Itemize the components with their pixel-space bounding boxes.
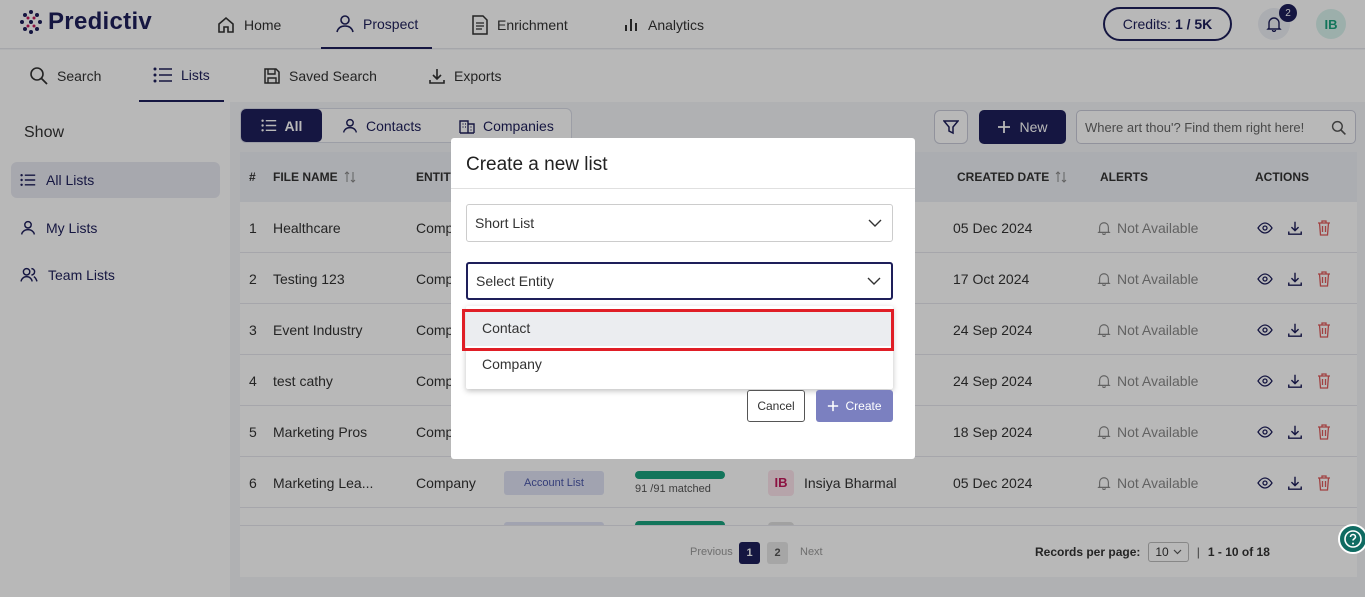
create-button[interactable]: Create xyxy=(816,390,893,422)
create-list-modal: Create a new list Short List Select Enti… xyxy=(451,138,915,459)
option-label: Company xyxy=(482,356,542,372)
help-icon xyxy=(1344,530,1362,548)
list-type-value: Short List xyxy=(475,215,535,231)
chevron-down-icon xyxy=(868,219,882,227)
entity-select-placeholder: Select Entity xyxy=(476,273,554,289)
highlight-box xyxy=(462,309,894,351)
entity-dropdown: Contact Company xyxy=(462,306,894,389)
chevron-down-icon xyxy=(867,277,881,285)
modal-title: Create a new list xyxy=(466,154,608,175)
help-button[interactable] xyxy=(1338,524,1365,554)
entity-option-contact[interactable]: Contact xyxy=(462,309,894,351)
list-type-select[interactable]: Short List xyxy=(466,204,893,242)
cancel-button[interactable]: Cancel xyxy=(747,390,805,422)
divider xyxy=(451,188,915,189)
entity-option-company[interactable]: Company xyxy=(466,346,893,382)
plus-icon xyxy=(828,400,839,412)
create-button-label: Create xyxy=(845,399,882,413)
entity-select[interactable]: Select Entity xyxy=(466,262,893,300)
